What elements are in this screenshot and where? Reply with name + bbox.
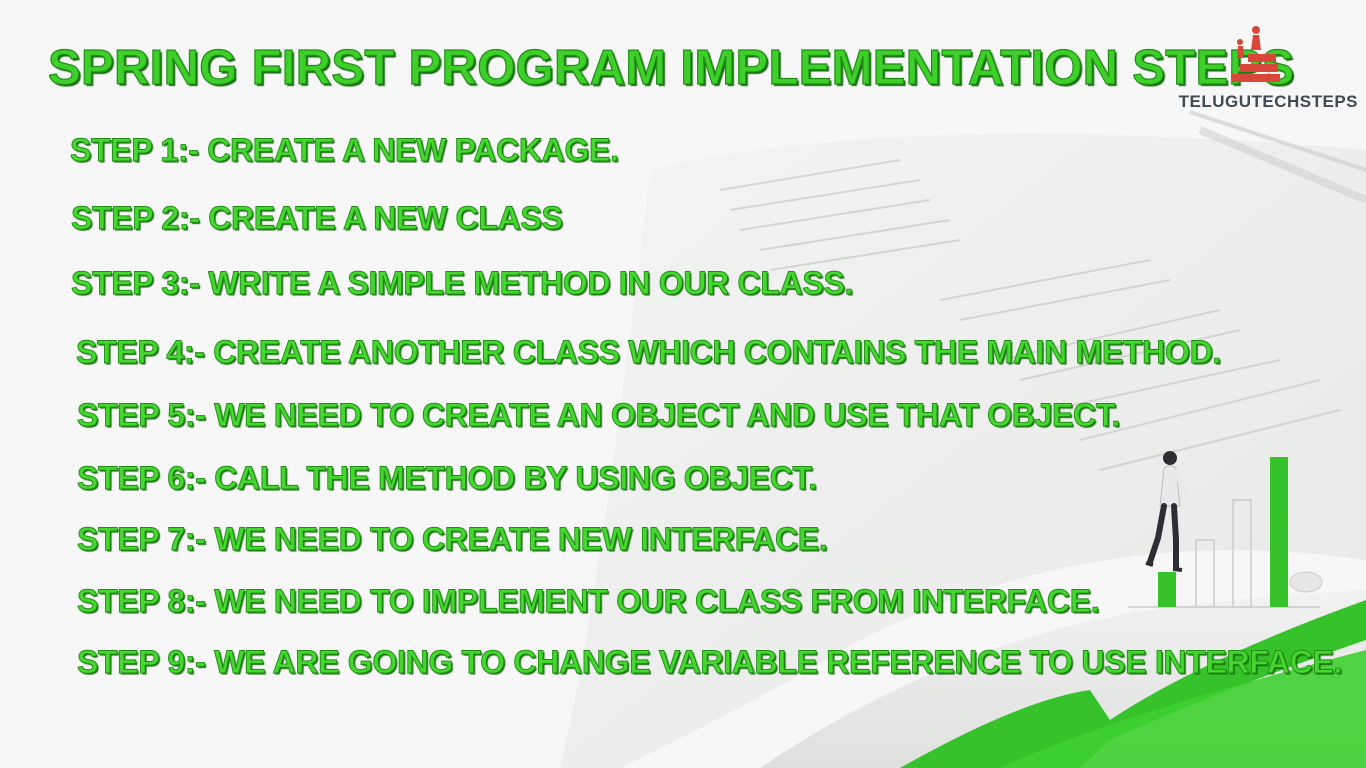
step-3: STEP 3:- WRITE A SIMPLE METHOD IN OUR CL… <box>71 265 854 302</box>
growth-bar-4 <box>1270 457 1288 607</box>
growth-bar-3 <box>1232 499 1252 608</box>
telugutechsteps-logo-icon <box>1232 26 1280 82</box>
growth-bar-1 <box>1158 572 1176 607</box>
step-8: STEP 8:- WE NEED TO IMPLEMENT OUR CLASS … <box>77 583 1101 620</box>
step-6: STEP 6:- CALL THE METHOD BY USING OBJECT… <box>77 460 818 497</box>
person-icon <box>1145 451 1189 572</box>
growth-chart-illustration <box>1128 451 1323 608</box>
brand-name: TELUGUTECHSTEPS <box>1178 92 1358 111</box>
step-5: STEP 5:- WE NEED TO CREATE AN OBJECT AND… <box>77 397 1121 434</box>
step-2: STEP 2:- CREATE A NEW CLASS <box>71 200 564 237</box>
step-9: STEP 9:- WE ARE GOING TO CHANGE VARIABLE… <box>77 644 1343 681</box>
step-4: STEP 4:- CREATE ANOTHER CLASS WHICH CONT… <box>76 334 1222 371</box>
step-7: STEP 7:- WE NEED TO CREATE NEW INTERFACE… <box>77 521 829 558</box>
step-1: STEP 1:- CREATE A NEW PACKAGE. <box>70 132 620 169</box>
growth-bar-2 <box>1195 539 1215 608</box>
page-title: SPRING FIRST PROGRAM IMPLEMENTATION STEP… <box>47 40 1295 95</box>
